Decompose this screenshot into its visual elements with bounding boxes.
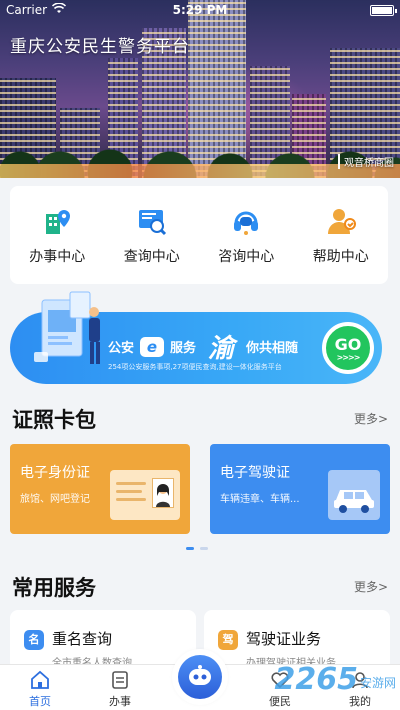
- carousel-dot[interactable]: [200, 547, 208, 550]
- cert-subtitle: 车辆违章、车辆...: [220, 494, 300, 505]
- banner-illustration: [34, 290, 114, 376]
- service-item-consult[interactable]: 咨询中心: [199, 186, 294, 284]
- common-service-license[interactable]: 驾 驾驶证业务 办理驾驶证相关业务: [204, 610, 390, 670]
- clock: 5:29 PM: [172, 3, 228, 17]
- yu-glyph: 渝: [208, 334, 235, 364]
- service-item-affairs[interactable]: 办事中心: [10, 186, 105, 284]
- name-badge-icon: 名: [24, 630, 44, 650]
- id-card-icon: [110, 470, 180, 520]
- tab-affairs[interactable]: 办事: [90, 669, 150, 709]
- common-service-title: 重名查询: [52, 630, 113, 648]
- banner-headline: 公安 e 服务 渝 你共相随: [108, 328, 298, 365]
- car-icon: [328, 470, 380, 520]
- cert-subtitle: 旅馆、网吧登记: [20, 494, 90, 505]
- promo-banner[interactable]: 公安 e 服务 渝 你共相随 254项公安服务事项,27项便民查询,建设一体化服…: [10, 291, 382, 384]
- banner-subtitle: 254项公安服务事项,27项便民查询,建设一体化服务平台: [108, 363, 282, 371]
- section-title-common: 常用服务: [12, 576, 96, 600]
- common-service-name-query[interactable]: 名 重名查询 全市重名人数查询: [10, 610, 196, 670]
- robot-icon: [178, 655, 222, 699]
- section-title-certs: 证照卡包: [12, 408, 96, 432]
- service-label: 办事中心: [29, 249, 86, 265]
- go-button[interactable]: GO >>>>: [322, 322, 374, 374]
- service-item-help[interactable]: 帮助中心: [294, 186, 389, 284]
- service-label: 咨询中心: [218, 249, 275, 265]
- cert-card-driver[interactable]: 电子驾驶证 车辆违章、车辆...: [210, 444, 390, 534]
- search-screen-icon: [135, 204, 169, 238]
- tab-home[interactable]: 首页: [10, 669, 70, 709]
- service-label: 查询中心: [123, 249, 180, 265]
- home-icon: [29, 669, 51, 691]
- headset-icon: [229, 204, 263, 238]
- cert-title: 电子身份证: [20, 465, 90, 481]
- status-bar: Carrier 5:29 PM: [0, 0, 400, 20]
- carousel-dots: [186, 547, 208, 550]
- hero-banner: [0, 0, 400, 178]
- cert-title: 电子驾驶证: [220, 465, 290, 481]
- cert-card-id[interactable]: 电子身份证 旅馆、网吧登记: [10, 444, 190, 534]
- service-item-query[interactable]: 查询中心: [105, 186, 200, 284]
- service-label: 帮助中心: [312, 249, 369, 265]
- robot-assistant-button[interactable]: [175, 652, 225, 702]
- carousel-dot-active[interactable]: [186, 547, 194, 550]
- more-link-certs[interactable]: 更多>: [354, 410, 388, 427]
- person-help-icon: [324, 204, 358, 238]
- tab-label: 首页: [29, 695, 51, 708]
- building-pin-icon: [40, 204, 74, 238]
- more-link-common[interactable]: 更多>: [354, 578, 388, 595]
- tab-label: 办事: [109, 695, 131, 708]
- page-title: 重庆公安民生警务平台: [10, 37, 190, 57]
- document-icon: [109, 669, 131, 691]
- battery-icon: [370, 5, 397, 16]
- site-watermark: 2265 安游网: [274, 662, 396, 697]
- license-badge-icon: 驾: [218, 630, 238, 650]
- service-center-card: 办事中心 查询中心 咨询中心 帮助中心: [10, 186, 388, 284]
- common-service-title: 驾驶证业务: [246, 630, 322, 648]
- location-tag: 观音桥商圈: [338, 154, 394, 169]
- e-badge-icon: e: [140, 336, 165, 357]
- go-arrows: >>>>: [336, 352, 361, 362]
